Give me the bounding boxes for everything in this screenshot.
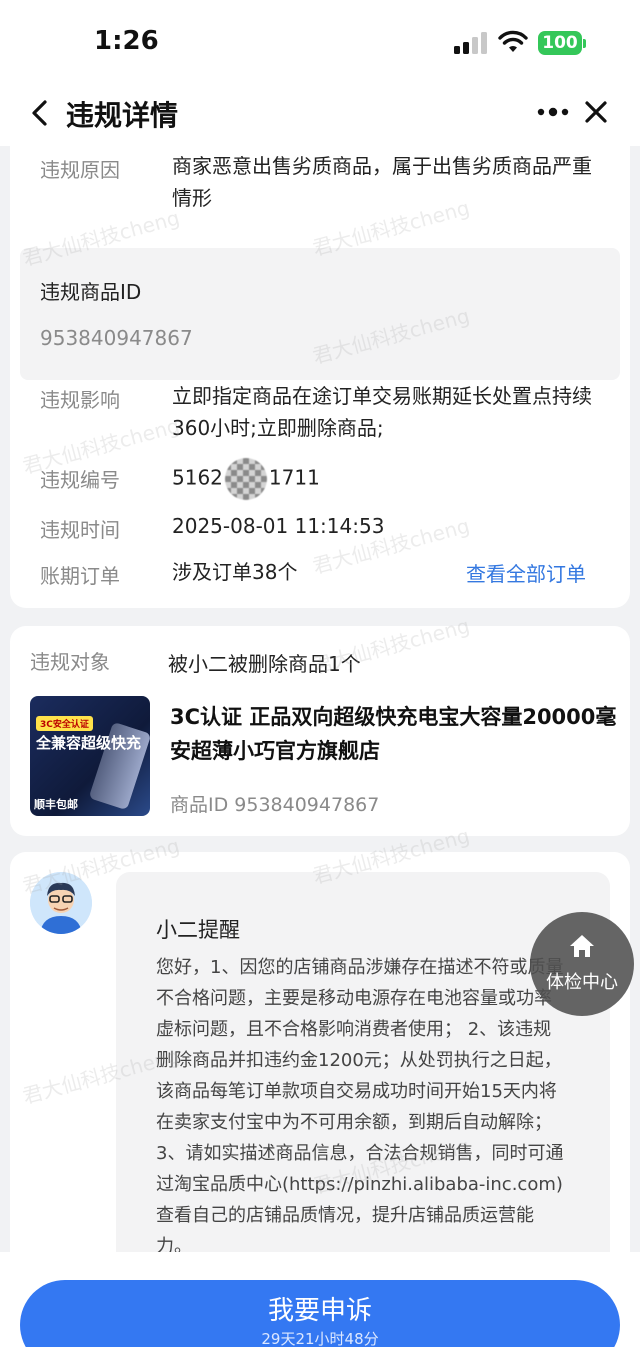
- orders-value: 涉及订单38个: [172, 560, 298, 584]
- product-id-text: 商品ID 953840947867: [170, 794, 380, 816]
- target-value: 被小二被删除商品1个: [168, 652, 361, 676]
- product-title[interactable]: 3C认证 正品双向超级快充电宝大容量20000毫安超薄小巧官方旗舰店: [170, 700, 620, 768]
- page-title: 违规详情: [66, 99, 179, 132]
- orders-label: 账期订单: [40, 564, 120, 588]
- status-bar: 1:26 100: [0, 0, 640, 88]
- close-icon[interactable]: [582, 98, 610, 126]
- violation-target-card: 违规对象 被小二被删除商品1个 3C安全认证 全兼容超级快充 顺丰包邮 3C认证…: [10, 626, 630, 836]
- product-id-box: 违规商品ID 953840947867: [20, 248, 620, 380]
- health-check-label: 体检中心: [546, 972, 618, 993]
- avatar: [30, 872, 92, 934]
- reminder-title: 小二提醒: [156, 918, 240, 942]
- product-image-text: 全兼容超级快充: [36, 734, 142, 752]
- more-options-icon[interactable]: [536, 100, 570, 124]
- violation-details-card: 违规原因 商家恶意出售劣质商品，属于出售劣质商品严重情形 违规商品ID 9538…: [10, 146, 630, 608]
- reason-value: 商家恶意出售劣质商品，属于出售劣质商品严重情形: [172, 154, 592, 210]
- health-check-fab[interactable]: 体检中心: [530, 912, 634, 1016]
- product-thumbnail[interactable]: 3C安全认证 全兼容超级快充 顺丰包邮: [30, 696, 150, 816]
- impact-label: 违规影响: [40, 388, 120, 412]
- number-value: 5162 1711: [172, 458, 602, 500]
- reminder-text: 您好，1、因您的店铺商品涉嫌存在描述不符或质量不合格问题，主要是移动电源存在电池…: [156, 957, 564, 1257]
- wifi-icon: [498, 30, 528, 52]
- product-image-badge: 3C安全认证: [36, 716, 93, 731]
- impact-value: 立即指定商品在途订单交易账期延长处置点持续360小时;立即删除商品;: [172, 384, 592, 440]
- battery-cap: [583, 39, 586, 48]
- back-arrow-icon[interactable]: [26, 98, 56, 128]
- agent-avatar-icon: [30, 872, 92, 934]
- nav-bar: 违规详情: [0, 88, 640, 146]
- view-all-orders-link[interactable]: 查看全部订单: [466, 558, 586, 587]
- product-id-value: 953840947867: [40, 326, 193, 350]
- target-label: 违规对象: [30, 650, 110, 674]
- time-label: 违规时间: [40, 518, 120, 542]
- cellular-signal-icon: [454, 32, 487, 54]
- number-prefix: 5162: [172, 465, 223, 490]
- product-image-footer: 顺丰包邮: [34, 798, 78, 811]
- status-time: 1:26: [94, 26, 159, 56]
- appeal-button[interactable]: 我要申诉 29天21小时48分: [20, 1280, 620, 1347]
- number-label: 违规编号: [40, 468, 120, 492]
- time-value: 2025-08-01 11:14:53: [172, 514, 385, 538]
- number-suffix: 1711: [268, 465, 320, 490]
- appeal-button-label: 我要申诉: [267, 1296, 372, 1326]
- product-id-label: 违规商品ID: [40, 280, 142, 304]
- redacted-mosaic: [224, 458, 267, 500]
- reminder-bubble: 小二提醒 您好，1、因您的店铺商品涉嫌存在描述不符或质量不合格问题，主要是移动电…: [116, 872, 610, 1272]
- battery-indicator: 100: [538, 31, 582, 55]
- reason-label: 违规原因: [40, 158, 120, 182]
- home-icon: [570, 935, 594, 957]
- reminder-card: 小二提醒 您好，1、因您的店铺商品涉嫌存在描述不符或质量不合格问题，主要是移动电…: [10, 852, 630, 1272]
- appeal-countdown: 29天21小时48分: [261, 1330, 379, 1347]
